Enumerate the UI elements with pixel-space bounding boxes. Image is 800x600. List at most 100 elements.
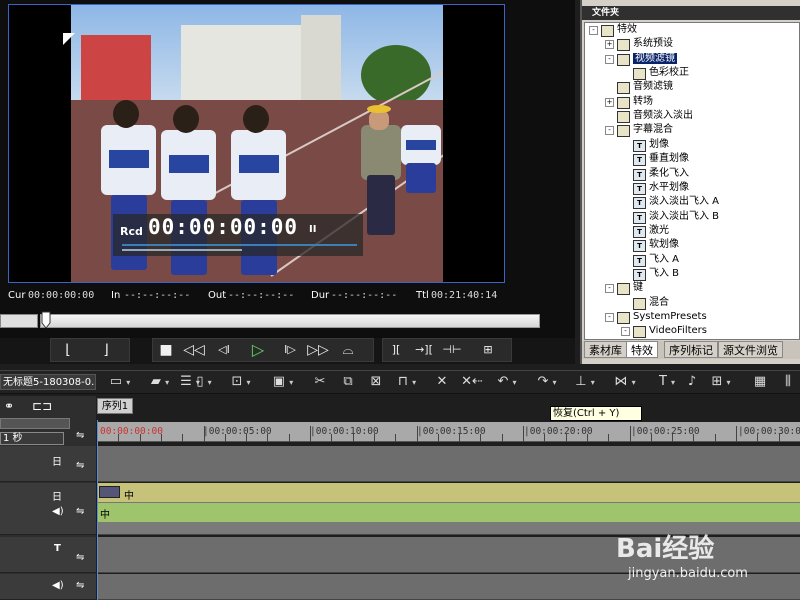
cut-icon[interactable]: ✂	[310, 372, 330, 392]
record-level-bar	[122, 244, 357, 246]
tree-item-label: 淡入淡出飞入 B	[649, 210, 720, 222]
undo-icon[interactable]: ↶ ▾	[494, 372, 520, 392]
split-icon[interactable]: ⊣⊢	[440, 340, 464, 360]
speaker-icon[interactable]: ◀)	[52, 580, 64, 591]
paste-icon[interactable]: ⊠	[366, 372, 386, 392]
step-back-button[interactable]: ◁I	[212, 340, 236, 360]
track-video-icon[interactable]: 日	[52, 488, 62, 503]
tree-item[interactable]: T 飞入 B	[621, 267, 679, 281]
tab-sequence-1[interactable]: 序列1	[97, 398, 133, 414]
tree-item[interactable]: - VideoFilters	[621, 324, 707, 339]
video-clip[interactable]	[97, 483, 800, 503]
rewind-button[interactable]: ◁◁	[182, 340, 206, 360]
tab-source-browser[interactable]: 源文件浏览	[718, 341, 783, 358]
tree-item[interactable]: T 淡入淡出飞入 A	[621, 195, 720, 210]
replace-icon[interactable]: ⊓ ▾	[394, 372, 420, 392]
new-icon[interactable]: ▯ ▾	[192, 372, 216, 392]
tree-item[interactable]: + 系统预设	[605, 37, 673, 52]
audio-clip[interactable]	[97, 503, 800, 523]
effects-tree[interactable]: - 特效 + 系统预设 - 视频滤镜 色彩校正 音频滤镜 + 转场 音频淡入淡出 - 字幕混合 T 划像 T 垂…	[584, 22, 800, 340]
tree-item[interactable]: 音频淡入淡出	[605, 109, 693, 124]
tree-item[interactable]: - 视频滤镜	[605, 52, 677, 66]
collapse-icon[interactable]: -	[605, 313, 614, 322]
tree-item-label: 淡入淡出飞入 A	[649, 196, 720, 208]
expand-icon[interactable]: +	[605, 97, 614, 107]
collapse-icon[interactable]: -	[605, 54, 614, 64]
mode-icon[interactable]: ▭ ▾	[108, 372, 132, 392]
tree-item[interactable]: - 字幕混合	[605, 123, 673, 138]
tree-item[interactable]: T 垂直划像	[621, 152, 689, 167]
redo-icon[interactable]: ↷ ▾	[534, 372, 560, 392]
stop-button[interactable]: ■	[154, 340, 178, 360]
step-forward-button[interactable]: I▷	[278, 340, 302, 360]
microphone-icon[interactable]: ♪	[684, 372, 700, 392]
track-sync-icon[interactable]: ⇋	[76, 460, 84, 471]
track-video-icon[interactable]: 日	[52, 453, 62, 468]
mark-out-icon[interactable]: ⌋	[94, 340, 118, 360]
playhead[interactable]	[97, 420, 98, 600]
save-icon[interactable]: ▣ ▾	[270, 372, 296, 392]
output-icon[interactable]: ▰ ▾	[148, 372, 172, 392]
tab-bin[interactable]: 素材库	[584, 341, 627, 358]
tree-item[interactable]: - 特效	[589, 23, 637, 37]
go-to-in-icon[interactable]: ][	[384, 340, 408, 360]
title-icon[interactable]: T ▾	[654, 372, 680, 392]
tree-item[interactable]: T 柔化飞入	[621, 167, 689, 181]
collapse-icon[interactable]: -	[605, 284, 614, 294]
add-cut-icon[interactable]: ⊥ ▾	[572, 372, 598, 392]
open-icon[interactable]: ⊡ ▾	[228, 372, 254, 392]
copy-icon[interactable]: ⧉	[338, 372, 358, 392]
track-sync-icon[interactable]: ⇋	[76, 580, 84, 591]
position-slider[interactable]	[40, 314, 540, 328]
title-track-icon[interactable]: T	[54, 543, 61, 554]
collapse-icon[interactable]: -	[621, 327, 630, 337]
tree-item[interactable]: T 飞入 A	[621, 253, 679, 267]
safe-area-corner-icon	[63, 33, 75, 45]
mark-in-icon[interactable]: ⌊	[56, 340, 80, 360]
insert-icon[interactable]: ⊞	[476, 340, 500, 360]
loop-icon[interactable]: ⌓	[336, 340, 360, 360]
tree-item[interactable]: T 激光	[621, 224, 669, 238]
fast-forward-button[interactable]: ▷▷	[306, 340, 330, 360]
tab-sequence-markers[interactable]: 序列标记	[664, 341, 718, 358]
record-timecode: 00:00:00:00	[148, 215, 299, 239]
delete-icon[interactable]: ✕	[432, 372, 452, 392]
tab-effects[interactable]: 特效	[626, 341, 658, 358]
track-lane-1v[interactable]	[97, 446, 800, 482]
scale-dropdown[interactable]: 1 秒	[0, 432, 64, 445]
tree-item[interactable]: 音频滤镜	[605, 80, 673, 95]
ripple-delete-icon[interactable]: ✕⇠	[460, 372, 484, 392]
link-icon[interactable]: ⚭	[4, 399, 14, 413]
sync-icon[interactable]: ⊏⊐	[32, 399, 52, 413]
tree-item[interactable]: - SystemPresets	[605, 310, 707, 324]
zoom-slider[interactable]	[0, 418, 70, 429]
render-icon[interactable]: ⊞ ▾	[708, 372, 734, 392]
track-sync-icon[interactable]: ⇋	[76, 552, 84, 563]
tree-item[interactable]: T 淡入淡出飞入 B	[621, 210, 719, 224]
mixer-icon[interactable]: ⫼	[778, 372, 798, 392]
play-button[interactable]: ▷	[246, 340, 270, 360]
collapse-icon[interactable]: -	[589, 26, 598, 35]
tree-item[interactable]: T 水平划像	[621, 181, 689, 195]
expand-icon[interactable]: ⇋	[76, 430, 84, 441]
folder-icon	[617, 39, 630, 52]
tick-label: |00:00:25:00	[631, 426, 700, 437]
project-name: 无标题5-180308-0...	[0, 374, 96, 390]
collapse-icon[interactable]: -	[605, 126, 614, 136]
go-to-out-icon[interactable]: →][	[412, 340, 436, 360]
title-effect-icon: T	[633, 225, 646, 238]
speaker-icon[interactable]: ◀)	[52, 506, 64, 517]
title-effect-icon: T	[633, 268, 646, 281]
tree-item[interactable]: 混合	[621, 296, 669, 310]
grid-icon[interactable]: ▦	[750, 372, 770, 392]
tree-item[interactable]: 色彩校正	[621, 66, 689, 81]
tree-item[interactable]: + 转场	[605, 95, 653, 109]
transition-icon[interactable]: ⋈ ▾	[612, 372, 638, 392]
expand-icon[interactable]: +	[605, 40, 614, 50]
tree-item-label: 柔化飞入	[649, 167, 689, 179]
slider-handle[interactable]	[41, 311, 51, 329]
tree-item[interactable]: T 划像	[621, 138, 669, 152]
tree-item[interactable]: T 软划像	[621, 238, 679, 253]
tree-item[interactable]: -键	[605, 281, 643, 296]
track-sync-icon[interactable]: ⇋	[76, 506, 84, 517]
